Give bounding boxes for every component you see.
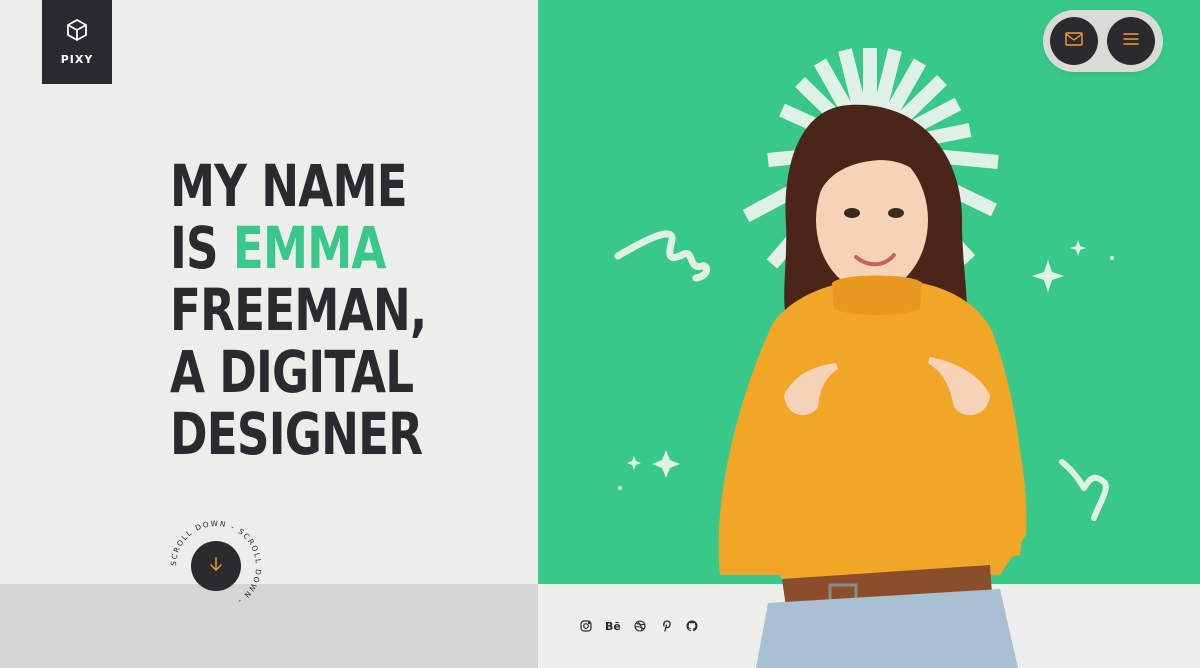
- sparkle-dot-left: [618, 486, 622, 490]
- scroll-down-button[interactable]: [191, 541, 241, 591]
- menu-button[interactable]: [1107, 17, 1155, 65]
- squiggle-right: [1059, 459, 1109, 521]
- behance-icon[interactable]: Bē: [605, 619, 621, 633]
- headline-line-3: FREEMAN,: [170, 276, 427, 344]
- sparkle-left-small: [627, 456, 641, 470]
- headline-line-2: IS EMMA: [170, 217, 420, 279]
- social-links: Bē: [579, 619, 699, 633]
- hero-headline: MY NAME IS EMMA FREEMAN, A DIGITAL DESIG…: [170, 155, 490, 465]
- scroll-down[interactable]: SCROLL DOWN - SCROLL DOWN -: [168, 518, 264, 614]
- header-actions: [1043, 10, 1163, 72]
- headline-line-5: DESIGNER: [170, 400, 423, 468]
- hamburger-menu-icon: [1123, 32, 1139, 50]
- left-footer-band: [0, 584, 538, 668]
- eye-right: [888, 208, 904, 218]
- contact-mail-button[interactable]: [1050, 17, 1098, 65]
- sparkle-left-bottom: [652, 450, 680, 478]
- sparkle-small: [1070, 240, 1086, 256]
- headline-is: IS: [170, 214, 233, 282]
- headline-line-1: MY NAME: [170, 152, 408, 220]
- instagram-icon[interactable]: [579, 619, 593, 633]
- github-icon[interactable]: [685, 619, 699, 633]
- squiggle-left: [614, 230, 710, 282]
- pinterest-icon[interactable]: [659, 619, 673, 633]
- eye-left: [844, 208, 860, 218]
- cube-icon: [65, 18, 89, 47]
- arrow-down-icon: [208, 556, 224, 577]
- headline-name-accent: EMMA: [232, 214, 387, 282]
- portrait-image: [718, 104, 1027, 668]
- logo[interactable]: PIXY: [42, 0, 112, 84]
- sparkle-dot: [1110, 256, 1114, 260]
- sweater-collar: [832, 275, 922, 315]
- mail-icon: [1065, 31, 1083, 51]
- dribbble-icon[interactable]: [633, 619, 647, 633]
- logo-text: PIXY: [60, 53, 94, 66]
- headline-line-4: A DIGITAL: [170, 338, 414, 406]
